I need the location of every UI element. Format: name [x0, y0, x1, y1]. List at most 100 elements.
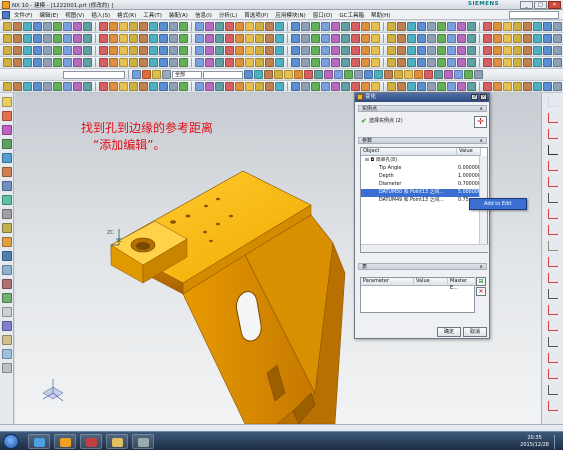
selection-toolbar-icon[interactable]	[304, 70, 313, 79]
manufacturing-wizard-icon[interactable]	[2, 209, 12, 219]
toolbar-command-icon[interactable]	[43, 58, 52, 67]
menu-format[interactable]: 格式(R)	[117, 11, 136, 19]
toolbar-command-icon[interactable]	[447, 82, 456, 91]
toolbar-command-icon[interactable]	[331, 46, 340, 55]
toolbar-command-icon[interactable]	[533, 58, 542, 67]
constraint-navigator-icon[interactable]	[2, 279, 12, 289]
toolbar-command-icon[interactable]	[457, 34, 466, 43]
toolbar-command-icon[interactable]	[99, 46, 108, 55]
sketch-curve-icon[interactable]	[548, 145, 558, 155]
toolbar-command-icon[interactable]	[225, 22, 234, 31]
toolbar-command-icon[interactable]	[483, 34, 492, 43]
selection-toolbar-icon[interactable]	[474, 70, 483, 79]
process-studio-icon[interactable]	[2, 195, 12, 205]
toolbar-command-icon[interactable]	[73, 46, 82, 55]
toolbar-command-icon[interactable]	[235, 58, 244, 67]
toolbar-command-icon[interactable]	[417, 34, 426, 43]
toolbar-command-icon[interactable]	[169, 34, 178, 43]
toolbar-command-icon[interactable]	[361, 46, 370, 55]
toolbar-command-icon[interactable]	[523, 22, 532, 31]
resource-icon[interactable]	[2, 265, 12, 275]
toolbar-command-icon[interactable]	[149, 58, 158, 67]
toolbar-command-icon[interactable]	[371, 22, 380, 31]
toolbar-command-icon[interactable]	[33, 58, 42, 67]
toolbar-command-icon[interactable]	[361, 22, 370, 31]
toolbar-command-icon[interactable]	[179, 22, 188, 31]
toolbar-command-icon[interactable]	[83, 82, 92, 91]
toolbar-command-icon[interactable]	[83, 46, 92, 55]
toolbar-command-icon[interactable]	[195, 82, 204, 91]
toolbar-command-icon[interactable]	[3, 22, 12, 31]
toolbar-command-icon[interactable]	[543, 34, 552, 43]
toolbar-command-icon[interactable]	[23, 58, 32, 67]
maximize-button[interactable]: □	[534, 1, 547, 9]
toolbar-command-icon[interactable]	[235, 34, 244, 43]
menu-tools[interactable]: 工具(T)	[143, 11, 162, 19]
toolbar-command-icon[interactable]	[533, 22, 542, 31]
dialog-close-button[interactable]: ✕	[480, 94, 487, 100]
toolbar-command-icon[interactable]	[311, 34, 320, 43]
toolbar-command-icon[interactable]	[361, 34, 370, 43]
training-icon[interactable]	[2, 335, 12, 345]
toolbar-command-icon[interactable]	[73, 58, 82, 67]
toolbar-command-icon[interactable]	[23, 22, 32, 31]
toolbar-command-icon[interactable]	[513, 34, 522, 43]
toolbar-command-icon[interactable]	[109, 46, 118, 55]
toolbar-command-icon[interactable]	[397, 34, 406, 43]
toolbar-command-icon[interactable]	[245, 82, 254, 91]
toolbar-command-icon[interactable]	[265, 22, 274, 31]
selection-scope-dropdown[interactable]: 全部	[172, 70, 202, 79]
toolbar-command-icon[interactable]	[235, 46, 244, 55]
toolbar-command-icon[interactable]	[23, 34, 32, 43]
toolbar-command-icon[interactable]	[513, 82, 522, 91]
table-row[interactable]: Tip Angle 0.000000	[361, 165, 480, 173]
column-header-master[interactable]: Master E...	[448, 278, 476, 291]
toolbar-command-icon[interactable]	[23, 46, 32, 55]
toolbar-command-icon[interactable]	[215, 46, 224, 55]
menu-assembly[interactable]: 装配(A)	[169, 11, 188, 19]
menu-preferences[interactable]: 首选项(P)	[244, 11, 268, 19]
toolbar-command-icon[interactable]	[407, 82, 416, 91]
toolbar-command-icon[interactable]	[311, 82, 320, 91]
selection-toolbar-icon[interactable]	[334, 70, 343, 79]
toolbar-command-icon[interactable]	[533, 46, 542, 55]
toolbar-command-icon[interactable]	[427, 82, 436, 91]
sketch-curve-icon[interactable]	[548, 129, 558, 139]
toolbar-command-icon[interactable]	[119, 82, 128, 91]
toolbar-command-icon[interactable]	[291, 58, 300, 67]
selection-toolbar-icon[interactable]	[394, 70, 403, 79]
group-header-table[interactable]: 表 ∧	[358, 263, 487, 270]
toolbar-command-icon[interactable]	[43, 82, 52, 91]
sketch-curve-icon[interactable]	[548, 225, 558, 235]
toolbar-command-icon[interactable]	[43, 34, 52, 43]
toolbar-command-icon[interactable]	[483, 46, 492, 55]
toolbar-command-icon[interactable]	[457, 82, 466, 91]
toolbar-command-icon[interactable]	[387, 34, 396, 43]
toolbar-command-icon[interactable]	[341, 46, 350, 55]
toolbar-command-icon[interactable]	[553, 22, 562, 31]
toolbar-command-icon[interactable]	[225, 34, 234, 43]
toolbar-command-icon[interactable]	[245, 58, 254, 67]
toolbar-command-icon[interactable]	[321, 58, 330, 67]
selection-toolbar-icon[interactable]	[374, 70, 383, 79]
toolbar-command-icon[interactable]	[53, 34, 62, 43]
toolbar-command-icon[interactable]	[265, 82, 274, 91]
menu-information[interactable]: 信息(I)	[195, 11, 212, 19]
toolbar-command-icon[interactable]	[63, 46, 72, 55]
toolbar-command-icon[interactable]	[351, 34, 360, 43]
selection-toolbar-icon[interactable]	[254, 70, 263, 79]
toolbar-command-icon[interactable]	[205, 58, 214, 67]
toolbar-command-icon[interactable]	[417, 46, 426, 55]
toolbar-command-icon[interactable]	[169, 22, 178, 31]
toolbar-command-icon[interactable]	[467, 46, 476, 55]
toolbar-command-icon[interactable]	[371, 58, 380, 67]
toolbar-command-icon[interactable]	[149, 34, 158, 43]
menu-application[interactable]: 应用模块(N)	[275, 11, 305, 19]
group-header-reference[interactable]: 实例点 ∧	[358, 105, 487, 112]
toolbar-command-icon[interactable]	[341, 82, 350, 91]
filter-icon[interactable]	[162, 70, 171, 79]
toolbar-command-icon[interactable]	[179, 58, 188, 67]
toolbar-command-icon[interactable]	[503, 22, 512, 31]
toolbar-command-icon[interactable]	[119, 58, 128, 67]
toolbar-command-icon[interactable]	[33, 46, 42, 55]
